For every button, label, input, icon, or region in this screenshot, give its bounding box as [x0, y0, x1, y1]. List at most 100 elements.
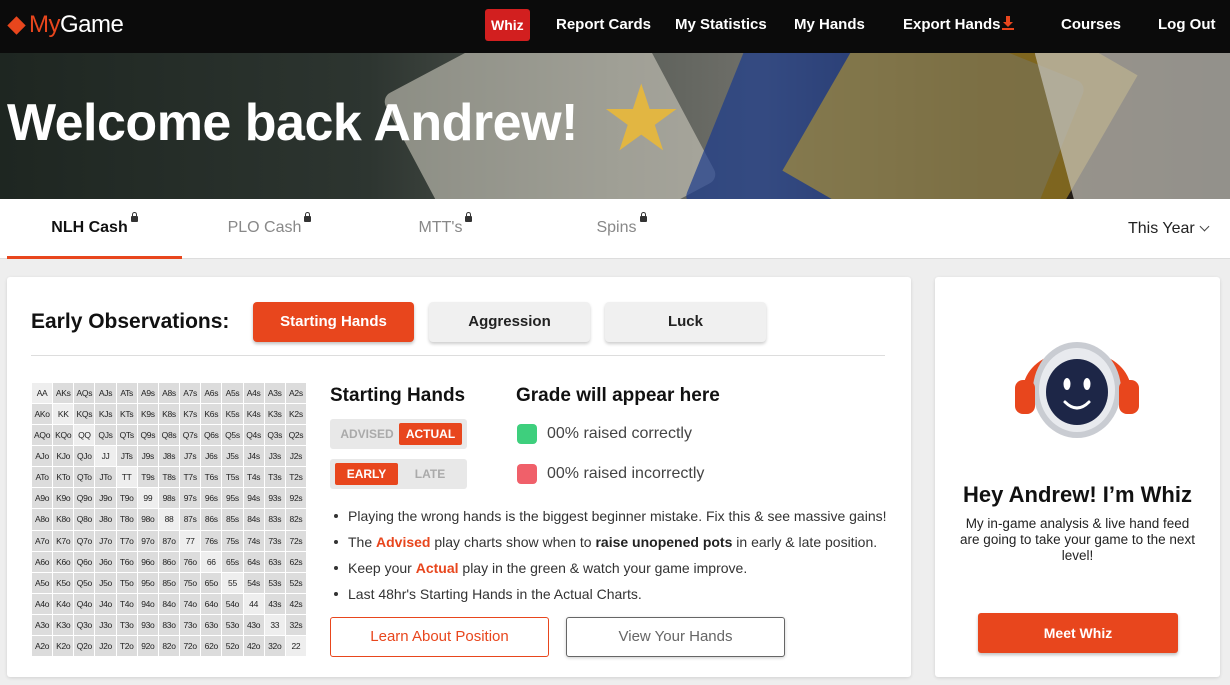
period-label: This Year	[1128, 220, 1195, 237]
list-item: Keep your Actual play in the green & wat…	[330, 559, 890, 585]
hand-cell: J8o	[95, 509, 116, 530]
nav-whiz[interactable]: Whiz	[485, 9, 530, 41]
nav-my-hands[interactable]: My Hands	[794, 9, 865, 41]
green-swatch	[517, 424, 537, 444]
hand-cell: AQo	[32, 425, 53, 446]
nav-export-hands-label: Export Hands	[903, 16, 1001, 33]
hand-cell: KQo	[53, 425, 74, 446]
hand-cell: QQ	[74, 425, 95, 446]
hand-cell: 82s	[285, 509, 306, 530]
list-item: Last 48hr's Starting Hands in the Actual…	[330, 585, 890, 611]
position-toggle: EARLY LATE	[330, 459, 467, 489]
luck-button[interactable]: Luck	[605, 302, 766, 342]
starting-hands-button[interactable]: Starting Hands	[253, 302, 414, 342]
hand-cell: 77	[180, 530, 201, 551]
hand-cell: 96o	[137, 551, 158, 572]
hand-cell: 85s	[222, 509, 243, 530]
hand-cell: 42o	[243, 635, 264, 656]
hand-cell: J2s	[285, 446, 306, 467]
nav-log-out[interactable]: Log Out	[1158, 9, 1215, 41]
tab-label: NLH Cash	[51, 219, 128, 236]
hand-cell: ATo	[32, 467, 53, 488]
hand-cell: J4s	[243, 446, 264, 467]
hand-cell: AJs	[95, 383, 116, 404]
hand-cell: T4o	[116, 593, 137, 614]
hand-cell: T6s	[201, 467, 222, 488]
tab-mtts[interactable]: MTT's	[358, 199, 533, 259]
hand-cell: Q9s	[137, 425, 158, 446]
hand-cell: 55	[222, 572, 243, 593]
toggle-early[interactable]: EARLY	[335, 463, 398, 485]
nav-courses[interactable]: Courses	[1061, 9, 1121, 41]
nav-report-cards[interactable]: Report Cards	[556, 9, 651, 41]
hand-cell: T7o	[116, 530, 137, 551]
nav-my-statistics[interactable]: My Statistics	[675, 9, 767, 41]
hero-banner: ★ Welcome back Andrew!	[0, 53, 1230, 199]
hand-cell: A3o	[32, 614, 53, 635]
star-icon: ★	[600, 68, 683, 170]
hero-title: Welcome back Andrew!	[7, 94, 578, 152]
divider	[31, 355, 885, 356]
hand-cell: K6o	[53, 551, 74, 572]
list-item: Playing the wrong hands is the biggest b…	[330, 507, 890, 533]
learn-about-position-button[interactable]: Learn About Position	[330, 617, 549, 657]
hand-cell: 32o	[264, 635, 285, 656]
hand-cell: 33	[264, 614, 285, 635]
hand-cell: A6s	[201, 383, 222, 404]
hand-cell: 76s	[201, 530, 222, 551]
period-dropdown[interactable]: This Year	[1128, 199, 1210, 259]
hand-cell: Q4s	[243, 425, 264, 446]
hand-cell: 63o	[201, 614, 222, 635]
hand-cell: 92s	[285, 488, 306, 509]
toggle-late[interactable]: LATE	[398, 463, 462, 485]
toggle-advised[interactable]: ADVISED	[335, 423, 399, 445]
meet-whiz-button[interactable]: Meet Whiz	[978, 613, 1178, 653]
hand-cell: A7o	[32, 530, 53, 551]
starting-hands-grid: AA AKs AQs AJs ATs A9s A8s A7s A6s A5s A4s A3s A2s AK…	[32, 383, 306, 656]
observations-card: Early Observations: Starting Hands Aggre…	[7, 277, 911, 677]
hand-cell: 54o	[222, 593, 243, 614]
hand-cell: 97s	[180, 488, 201, 509]
hand-cell: 84s	[243, 509, 264, 530]
tab-nlh-cash[interactable]: NLH Cash	[7, 199, 182, 259]
hand-cell: T7s	[180, 467, 201, 488]
nav-export-hands[interactable]: Export Hands	[903, 9, 1014, 41]
hand-cell: 64s	[243, 551, 264, 572]
hand-cell: 62o	[201, 635, 222, 656]
hand-cell: 74o	[180, 593, 201, 614]
logo[interactable]: MyGame	[7, 10, 124, 40]
aggression-button[interactable]: Aggression	[429, 302, 590, 342]
tab-plo-cash[interactable]: PLO Cash	[182, 199, 357, 259]
hand-cell: KJo	[53, 446, 74, 467]
hand-cell: A8o	[32, 509, 53, 530]
hand-cell: 86s	[201, 509, 222, 530]
hand-cell: J9s	[137, 446, 158, 467]
hand-cell: QJo	[74, 446, 95, 467]
lock-icon	[304, 212, 312, 222]
hand-cell: 62s	[285, 551, 306, 572]
tab-label: MTT's	[418, 219, 463, 236]
hand-cell: 88	[158, 509, 180, 530]
view-your-hands-button[interactable]: View Your Hands	[566, 617, 785, 657]
hand-cell: ATs	[116, 383, 137, 404]
hand-cell: A5s	[222, 383, 243, 404]
legend-incorrect: 00% raised incorrectly	[517, 464, 704, 484]
hand-cell: A9s	[137, 383, 158, 404]
download-icon	[1001, 16, 1014, 30]
hand-cell: AA	[32, 383, 53, 404]
hand-cell: K6s	[201, 404, 222, 425]
hand-cell: A6o	[32, 551, 53, 572]
hand-cell: KTo	[53, 467, 74, 488]
hand-cell: K3o	[53, 614, 74, 635]
toggle-actual[interactable]: ACTUAL	[399, 423, 462, 445]
hand-cell: 75o	[180, 572, 201, 593]
hand-cell: 93s	[264, 488, 285, 509]
hand-cell: 85o	[158, 572, 180, 593]
tab-spins[interactable]: Spins	[534, 199, 709, 259]
hand-cell: 98s	[158, 488, 180, 509]
logo-text: MyGame	[29, 11, 124, 38]
hand-cell: 65o	[201, 572, 222, 593]
hand-cell: 72o	[180, 635, 201, 656]
hand-cell: 76o	[180, 551, 201, 572]
hand-cell: J8s	[158, 446, 180, 467]
